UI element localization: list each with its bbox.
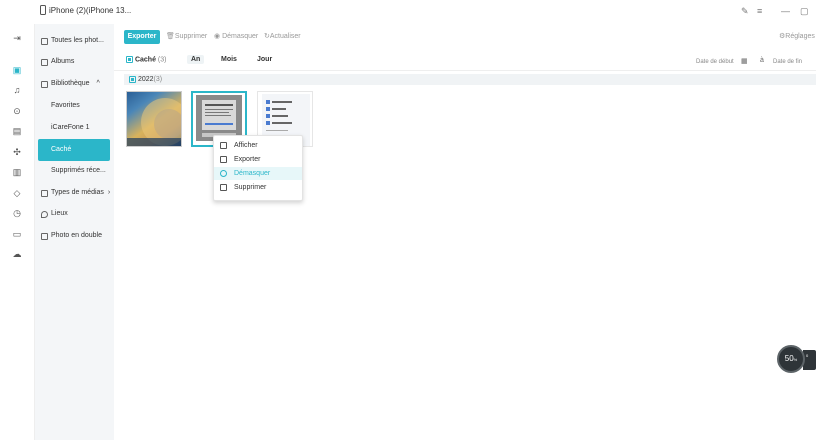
- minimize-icon[interactable]: —: [781, 6, 790, 16]
- sidebar-item-label: Albums: [51, 58, 75, 65]
- export-button[interactable]: Exporter: [124, 30, 160, 44]
- title-bar: iPhone (2)(iPhone 13... ✎ ≡ — ▢: [0, 0, 816, 24]
- hidden-count: (3): [157, 56, 167, 64]
- device-title: iPhone (2)(iPhone 13...: [49, 5, 132, 15]
- tab-year[interactable]: An: [187, 55, 205, 64]
- select-all-hidden[interactable]: Caché (3): [126, 56, 166, 63]
- calendar-icon[interactable]: ▦: [741, 57, 748, 65]
- edit-icon[interactable]: ✎: [741, 6, 749, 17]
- sidebar-item-albums[interactable]: Albums: [41, 53, 113, 71]
- context-menu-item-unhide[interactable]: Démasquer: [214, 167, 302, 180]
- duplicate-icon: [41, 232, 48, 240]
- tab-month[interactable]: Mois: [221, 56, 237, 63]
- chevron-right-icon: ›: [107, 189, 111, 196]
- photos-icon: [41, 37, 48, 45]
- speed-down-value: 0: [806, 353, 809, 358]
- filter-bar: Caché (3) An Mois Jour Date de début ▦ à…: [114, 52, 816, 71]
- clock-icon[interactable]: ◷: [11, 207, 23, 219]
- refresh-button[interactable]: ↻Actualiser: [264, 32, 301, 40]
- eye-icon: ◉: [214, 33, 221, 40]
- sidebar-item-label: Photo en double: [51, 232, 102, 239]
- tab-day[interactable]: Jour: [257, 56, 272, 63]
- music-icon[interactable]: ♫: [11, 84, 23, 96]
- settings-label: Réglages: [785, 33, 815, 40]
- video-icon[interactable]: ⊙: [11, 105, 23, 117]
- folder-icon[interactable]: ▭: [11, 228, 23, 240]
- chevron-up-icon: ^: [96, 80, 100, 87]
- delete-button[interactable]: 🗑︎Supprimer: [166, 32, 207, 40]
- refresh-label: Actualiser: [269, 33, 301, 40]
- sidebar-item-library[interactable]: Bibliothèque ^: [41, 75, 113, 93]
- photos-icon[interactable]: ▣: [11, 64, 23, 76]
- trash-icon: [220, 184, 227, 191]
- wallpaper-image: [127, 98, 181, 146]
- delete-label: Supprimer: [174, 33, 208, 40]
- album-icon: [41, 58, 48, 66]
- year-group-header: 2022(3): [124, 74, 816, 85]
- sidebar-item-favorites[interactable]: Favorites: [51, 97, 113, 115]
- menu-icon[interactable]: ≡: [757, 6, 762, 16]
- export-icon: [220, 156, 227, 163]
- sidebar-item-label: Lieux: [51, 210, 68, 217]
- library-icon: [41, 80, 48, 88]
- view-icon: [220, 142, 227, 149]
- speed-unit: %: [793, 357, 798, 362]
- date-range-to: à: [760, 57, 764, 64]
- sidebar-item-recently-deleted[interactable]: Supprimés réce...: [51, 162, 113, 180]
- contacts-icon[interactable]: ▤: [11, 125, 23, 137]
- sidebar-item-label: iCareFone 1: [51, 124, 90, 131]
- sidebar-item-label: Supprimés réce...: [51, 167, 106, 174]
- end-date-field[interactable]: Date de fin: [769, 56, 816, 68]
- context-menu-item-show[interactable]: Afficher: [214, 139, 302, 152]
- photo-thumbnail[interactable]: [126, 91, 182, 147]
- checkbox-icon[interactable]: [126, 56, 133, 63]
- maximize-icon[interactable]: ▢: [800, 6, 809, 17]
- year-label: 2022: [137, 76, 154, 83]
- checkbox-icon[interactable]: [129, 75, 136, 83]
- toolbar: Exporter 🗑︎Supprimer ◉ Démasquer ↻Actual…: [114, 24, 816, 50]
- device-selector[interactable]: iPhone (2)(iPhone 13...: [40, 5, 131, 15]
- sidebar-item-label: Types de médias: [51, 189, 104, 196]
- context-menu-item-label: Exporter: [234, 156, 261, 163]
- sidebar-item-icarefone[interactable]: iCareFone 1: [51, 119, 113, 137]
- context-menu-item-label: Supprimer: [234, 184, 267, 191]
- sidebar-item-label: Bibliothèque: [51, 80, 90, 87]
- sidebar: Toutes les phot... Albums Bibliothèque ^…: [35, 24, 114, 440]
- speed-gauge[interactable]: 50%: [777, 345, 805, 373]
- unhide-button[interactable]: ◉ Démasquer: [214, 32, 258, 40]
- settings-button[interactable]: ⚙Réglages: [779, 32, 815, 40]
- sidebar-item-duplicates[interactable]: Photo en double: [41, 227, 113, 245]
- icon-rail: ⇥ ▣ ♫ ⊙ ▤ ✣ ▥ ◇ ◷ ▭ ☁: [0, 24, 35, 440]
- apps-icon[interactable]: ✣: [11, 146, 23, 158]
- speed-value: 50: [784, 354, 794, 363]
- sidebar-item-label: Toutes les phot...: [51, 37, 104, 44]
- sidebar-item-all-photos[interactable]: Toutes les phot...: [41, 32, 113, 50]
- sidebar-item-media-types[interactable]: Types de médias ›: [41, 184, 113, 202]
- unhide-label: Démasquer: [222, 33, 259, 40]
- context-menu-item-label: Afficher: [234, 142, 258, 149]
- year-count: (3): [153, 76, 163, 83]
- location-icon: [41, 210, 48, 218]
- books-icon[interactable]: ▥: [11, 166, 23, 178]
- trash-icon: 🗑︎: [166, 33, 175, 40]
- tag-icon[interactable]: ◇: [11, 187, 23, 199]
- context-menu-item-delete[interactable]: Supprimer: [214, 181, 302, 194]
- sidebar-item-label: Caché: [51, 146, 72, 153]
- context-menu-item-export[interactable]: Exporter: [214, 153, 302, 166]
- sidebar-item-label: Favorites: [51, 102, 80, 109]
- media-types-icon: [41, 189, 48, 197]
- context-menu: Afficher Exporter Démasquer Supprimer: [213, 135, 303, 201]
- sign-out-icon[interactable]: ⇥: [11, 32, 23, 44]
- cloud-icon[interactable]: ☁: [11, 248, 23, 260]
- phone-icon: [40, 5, 46, 15]
- hidden-label: Caché: [134, 56, 156, 64]
- sidebar-item-places[interactable]: Lieux: [41, 205, 113, 223]
- sidebar-item-hidden[interactable]: Caché: [38, 139, 110, 161]
- eye-icon: [220, 170, 227, 177]
- context-menu-item-label: Démasquer: [234, 170, 271, 177]
